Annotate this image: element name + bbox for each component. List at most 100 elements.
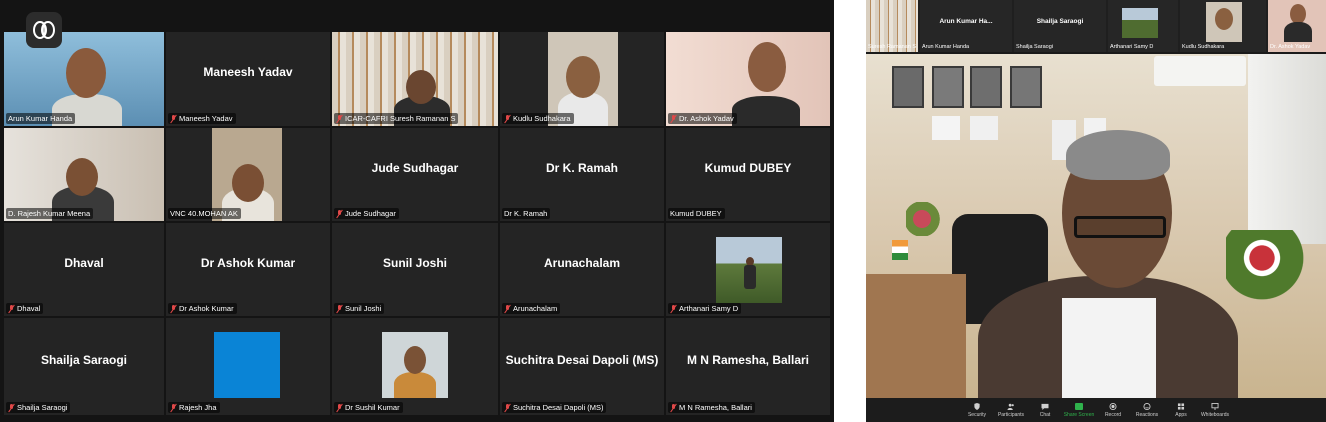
participant-name-label: Arthanari Samy D: [668, 303, 742, 314]
profile-photo: [1122, 8, 1158, 38]
participants-button[interactable]: Participants: [994, 403, 1028, 418]
speaker-person-shirt: [1062, 298, 1156, 398]
profile-photo: [214, 332, 280, 398]
strip-tile[interactable]: Suresh Ramanan S: [866, 0, 918, 52]
participant-tile[interactable]: Maneesh Yadav Maneesh Yadav: [166, 32, 330, 126]
participant-display-name: Jude Sudhagar: [371, 160, 459, 175]
participant-tile[interactable]: Dr Sushil Kumar: [332, 318, 498, 415]
muted-microphone-icon: [670, 403, 677, 412]
speaker-view: Suresh Ramanan S Arun Kumar Ha... Arun K…: [866, 0, 1326, 422]
participant-tile[interactable]: Dr K. Ramah Dr K. Ramah: [500, 128, 664, 221]
profile-photo: [382, 332, 448, 398]
participant-display-name: Kumud DUBEY: [704, 160, 792, 175]
video-feed: [1206, 2, 1242, 42]
chat-bubble-icon: [1041, 403, 1049, 410]
muted-microphone-icon: [670, 114, 677, 123]
participant-tile[interactable]: Rajesh Jha: [166, 318, 330, 415]
muted-microphone-icon: [670, 304, 677, 313]
participant-tile[interactable]: M N Ramesha, Ballari M N Ramesha, Ballar…: [666, 318, 830, 415]
participant-name-label: Rajesh Jha: [168, 402, 220, 413]
flower-vase: [906, 202, 946, 236]
muted-microphone-icon: [170, 403, 177, 412]
video-feed: [332, 32, 498, 126]
participant-strip: Suresh Ramanan S Arun Kumar Ha... Arun K…: [866, 0, 1326, 52]
participant-tile[interactable]: Shailja Saraogi Shailja Saraogi: [4, 318, 164, 415]
participant-tile[interactable]: Kudlu Sudhakara: [500, 32, 664, 126]
strip-tile[interactable]: Shailja Saraogi Shailja Saraogi: [1014, 0, 1106, 52]
shield-icon: [974, 402, 980, 410]
participant-tile[interactable]: Dhaval Dhaval: [4, 223, 164, 316]
participant-tile[interactable]: Kumud DUBEY Kumud DUBEY: [666, 128, 830, 221]
muted-microphone-icon: [170, 304, 177, 313]
smiley-icon: [1143, 402, 1151, 410]
muted-microphone-icon: [504, 304, 511, 313]
video-feed: [666, 32, 830, 126]
speaker-hair: [1066, 130, 1170, 180]
participant-display-name: Shailja Saraogi: [40, 352, 128, 367]
participant-name-label: Suchitra Desai Dapoli (MS): [502, 402, 607, 413]
wall-portrait: [892, 66, 924, 108]
participant-name-label: Kudlu Sudhakara: [1182, 44, 1225, 50]
participant-name-label: Arun Kumar Handa: [922, 44, 970, 50]
strip-tile[interactable]: Arun Kumar Ha... Arun Kumar Handa: [920, 0, 1012, 52]
strip-tile[interactable]: Kudlu Sudhakara: [1180, 0, 1266, 52]
participant-name-label: Kudlu Sudhakara: [502, 113, 574, 124]
participant-display-name: Suchitra Desai Dapoli (MS): [505, 352, 659, 367]
participant-tile[interactable]: Dr. Ashok Yadav: [666, 32, 830, 126]
reactions-button[interactable]: Reactions: [1130, 402, 1164, 418]
record-button[interactable]: Record: [1096, 402, 1130, 418]
participant-name-label: Dr Sushil Kumar: [334, 402, 403, 413]
participant-display-name: Shailja Saraogi: [1036, 18, 1084, 25]
participant-tile[interactable]: Sunil Joshi Sunil Joshi: [332, 223, 498, 316]
participant-name-label: Dr. Ashok Yadav: [1270, 44, 1311, 50]
participant-name-label: VNC 40.MOHAN AK: [168, 208, 241, 219]
muted-microphone-icon: [336, 209, 343, 218]
participant-tile[interactable]: D. Rajesh Kumar Meena: [4, 128, 164, 221]
whiteboards-button[interactable]: Whiteboards: [1198, 402, 1232, 418]
muted-microphone-icon: [336, 304, 343, 313]
meeting-toolbar: Security Participants Chat Share Screen …: [866, 398, 1326, 422]
desk: [866, 274, 966, 398]
participant-display-name: Dhaval: [64, 255, 104, 270]
participant-tile[interactable]: Dr Ashok Kumar Dr Ashok Kumar: [166, 223, 330, 316]
active-speaker-video: [866, 54, 1326, 398]
participant-name-label: Arunachalam: [502, 303, 561, 314]
flag: [892, 240, 908, 260]
wall-portrait: [1010, 66, 1042, 108]
brain-icon[interactable]: [26, 12, 62, 48]
participant-tile[interactable]: ICAR-CAFRI Suresh Ramanan S: [332, 32, 498, 126]
participant-tile[interactable]: VNC 40.MOHAN AK: [166, 128, 330, 221]
participant-name-label: Maneesh Yadav: [168, 113, 236, 124]
chat-button[interactable]: Chat: [1028, 403, 1062, 418]
strip-tile[interactable]: Arthanari Samy D: [1108, 0, 1178, 52]
muted-microphone-icon: [504, 114, 511, 123]
participant-tile[interactable]: Arthanari Samy D: [666, 223, 830, 316]
air-conditioner: [1154, 56, 1246, 86]
participant-name-label: Arun Kumar Handa: [6, 113, 76, 124]
security-button[interactable]: Security: [960, 402, 994, 418]
participant-name-label: D. Rajesh Kumar Meena: [6, 208, 94, 219]
muted-microphone-icon: [504, 403, 511, 412]
participant-tile[interactable]: Arunachalam Arunachalam: [500, 223, 664, 316]
apps-button[interactable]: Apps: [1164, 402, 1198, 418]
participant-display-name: Sunil Joshi: [382, 255, 447, 270]
wall-portrait: [932, 66, 964, 108]
muted-microphone-icon: [336, 114, 343, 123]
apps-grid-icon: [1177, 402, 1185, 410]
participant-name-label: Sunil Joshi: [334, 303, 385, 314]
participant-display-name: Maneesh Yadav: [203, 65, 293, 79]
certificate: [970, 116, 998, 140]
participant-name-label: Suresh Ramanan S: [868, 44, 916, 50]
video-feed: [548, 32, 618, 126]
participant-name-label: Dr K. Ramah: [502, 208, 551, 219]
participant-name-label: Dr Ashok Kumar: [168, 303, 237, 314]
participant-name-label: M N Ramesha, Ballari: [668, 402, 755, 413]
participant-display-name: Dr K. Ramah: [545, 160, 619, 175]
participant-tile[interactable]: Jude Sudhagar Jude Sudhagar: [332, 128, 498, 221]
muted-microphone-icon: [170, 114, 177, 123]
share-screen-button[interactable]: Share Screen: [1062, 402, 1096, 418]
muted-microphone-icon: [8, 403, 15, 412]
strip-tile[interactable]: Dr. Ashok Yadav: [1268, 0, 1326, 52]
participant-tile[interactable]: Suchitra Desai Dapoli (MS) Suchitra Desa…: [500, 318, 664, 415]
flower-vase: [1226, 230, 1316, 300]
